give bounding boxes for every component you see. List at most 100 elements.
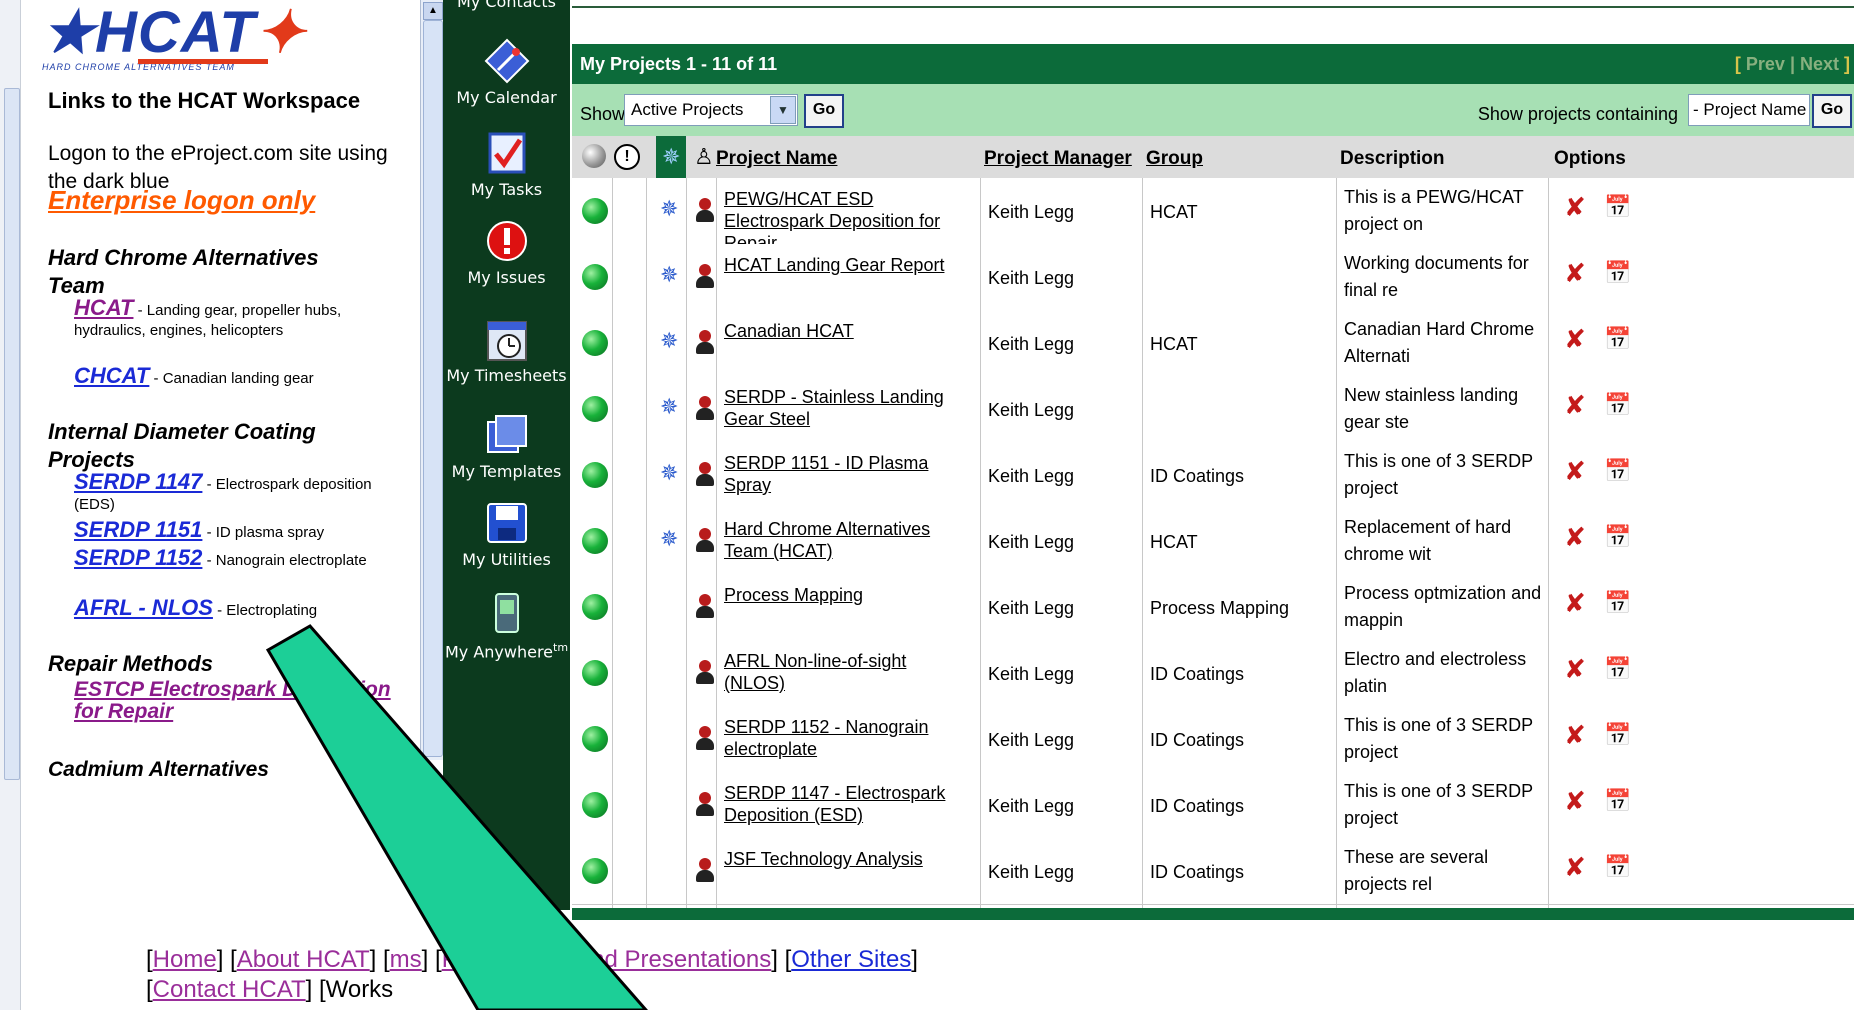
project-calendar-icon[interactable]: 📅 <box>1604 854 1631 880</box>
project-manager-cell: Keith Legg <box>988 334 1075 354</box>
delete-project-icon[interactable]: ✘ <box>1564 654 1586 685</box>
project-name-link[interactable]: AFRL Non-line-of-sight (NLOS) <box>724 650 972 694</box>
project-name-link[interactable]: Process Mapping <box>724 584 972 606</box>
delete-project-icon[interactable]: ✘ <box>1564 324 1586 355</box>
scrollbar-thumb[interactable] <box>4 88 20 780</box>
table-row: Process Mapping Keith Legg Process Mapping… <box>572 574 1854 641</box>
prev-link[interactable]: Prev <box>1746 54 1785 74</box>
chcat-link[interactable]: CHCAT <box>74 363 149 388</box>
section-title: Cadmium Alternatives <box>48 758 269 781</box>
hcat-link[interactable]: HCAT <box>74 295 133 320</box>
workspace-heading: Links to the HCAT Workspace <box>48 88 361 113</box>
list-item: SERDP 1152 - Nanograin electroplate <box>74 545 367 570</box>
delete-project-icon[interactable]: ✘ <box>1564 786 1586 817</box>
project-calendar-icon[interactable]: 📅 <box>1604 590 1631 616</box>
footer-link: Works <box>325 976 394 1003</box>
footer-link-wrapper: [About HCAT] <box>230 946 377 973</box>
nav-my-issues[interactable]: My Issues <box>443 218 570 287</box>
description-cell: Canadian Hard Chrome Alternati <box>1344 319 1535 366</box>
column-project-manager[interactable]: Project Manager <box>984 148 1132 170</box>
frame-scrollbar[interactable]: ▲ <box>420 0 443 760</box>
table-row: SERDP 1152 - Nanograin electroplate Keith… <box>572 706 1854 773</box>
project-name-link[interactable]: HCAT Landing Gear Report <box>724 254 972 276</box>
search-go-button[interactable]: Go <box>1812 94 1852 128</box>
filter-go-button[interactable]: Go <box>804 94 844 128</box>
footer-link[interactable]: ms <box>390 946 422 973</box>
delete-project-icon[interactable]: ✘ <box>1564 720 1586 751</box>
status-column-icon[interactable] <box>582 144 606 168</box>
section-title: Repair Methods <box>48 651 214 676</box>
footer-link[interactable]: Home <box>153 946 217 973</box>
nav-my-tasks[interactable]: My Tasks <box>443 130 570 199</box>
column-project-name[interactable]: Project Name <box>716 148 837 170</box>
nav-my-calendar[interactable]: My Calendar <box>443 38 570 107</box>
serdp-1147-link[interactable]: SERDP 1147 <box>74 469 202 494</box>
project-calendar-icon[interactable]: 📅 <box>1604 194 1631 220</box>
footer-link-wrapper: [Contact HCAT] <box>146 976 313 1003</box>
priority-column-icon[interactable]: ! <box>614 144 640 170</box>
project-calendar-icon[interactable]: 📅 <box>1604 392 1631 418</box>
estcp-link[interactable]: ESTCP Electrospark Deposition for Repair <box>74 678 391 723</box>
templates-icon <box>486 415 527 453</box>
new-indicator-icon: ✵ <box>660 196 679 221</box>
project-manager-icon <box>696 594 714 620</box>
nav-my-utilities[interactable]: My Utilities <box>443 500 570 569</box>
project-manager-icon <box>696 858 714 884</box>
project-name-link[interactable]: SERDP 1151 - ID Plasma Spray <box>724 452 972 496</box>
project-calendar-icon[interactable]: 📅 <box>1604 656 1631 682</box>
delete-project-icon[interactable]: ✘ <box>1564 456 1586 487</box>
project-filter-select[interactable]: Active Projects ▼ <box>624 94 798 126</box>
nav-my-templates[interactable]: My Templates <box>443 412 570 481</box>
project-calendar-icon[interactable]: 📅 <box>1604 788 1631 814</box>
project-manager-cell: Keith Legg <box>988 598 1075 618</box>
project-calendar-icon[interactable]: 📅 <box>1604 260 1631 286</box>
project-calendar-icon[interactable]: 📅 <box>1604 722 1631 748</box>
column-group[interactable]: Group <box>1146 148 1203 170</box>
scrollbar-thumb[interactable] <box>423 20 443 757</box>
project-name-link[interactable]: Hard Chrome Alternatives Team (HCAT) <box>724 518 972 562</box>
new-indicator-icon: ✵ <box>660 262 679 287</box>
nav-my-contacts[interactable]: My Contacts <box>443 0 570 11</box>
project-calendar-icon[interactable]: 📅 <box>1604 458 1631 484</box>
new-indicator-icon: ✵ <box>660 328 679 353</box>
footer-link[interactable]: Other Sites <box>791 946 911 973</box>
list-item: HCAT - Landing gear, propeller hubs, hyd… <box>74 295 342 340</box>
list-item: SERDP 1147 - Electrospark deposition (ED… <box>74 469 372 514</box>
delete-project-icon[interactable]: ✘ <box>1564 522 1586 553</box>
footer-link[interactable]: Contact HCAT <box>153 976 306 1003</box>
delete-project-icon[interactable]: ✘ <box>1564 192 1586 223</box>
sort-column-header[interactable]: ✵ <box>656 136 686 178</box>
serdp-1151-link[interactable]: SERDP 1151 <box>74 517 202 542</box>
serdp-1152-link[interactable]: SERDP 1152 <box>74 545 202 570</box>
table-row: ✵ SERDP 1151 - ID Plasma Spray Keith Legg I… <box>572 442 1854 509</box>
list-item: CHCAT - Canadian landing gear <box>74 363 314 388</box>
description-cell: Process optmization and mappin <box>1344 583 1542 630</box>
delete-project-icon[interactable]: ✘ <box>1564 588 1586 619</box>
footer-line-1: [Home] [About HCAT] [ms] [Publications a… <box>146 945 1346 975</box>
nav-my-timesheets[interactable]: My Timesheets <box>443 318 570 384</box>
project-name-link[interactable]: JSF Technology Analysis <box>724 848 972 870</box>
project-name-link[interactable]: SERDP 1152 - Nanograin electroplate <box>724 716 972 760</box>
left-frame-scrollbar[interactable]: ▲ <box>0 0 21 1010</box>
project-name-link[interactable]: SERDP 1147 - Electrospark Deposition (ES… <box>724 782 972 826</box>
delete-project-icon[interactable]: ✘ <box>1564 852 1586 883</box>
person-column-icon[interactable]: ♙ <box>694 144 714 170</box>
project-manager-icon <box>696 330 714 356</box>
status-green-icon <box>582 396 608 422</box>
afrl-nlos-link[interactable]: AFRL - NLOS <box>74 595 213 620</box>
nav-my-anywhere[interactable]: My Anywheretm <box>443 590 570 660</box>
project-name-link[interactable]: Canadian HCAT <box>724 320 972 342</box>
project-name-link[interactable]: SERDP - Stainless Landing Gear Steel <box>724 386 972 430</box>
next-link[interactable]: Next <box>1800 54 1839 74</box>
project-calendar-icon[interactable]: 📅 <box>1604 326 1631 352</box>
delete-project-icon[interactable]: ✘ <box>1564 258 1586 289</box>
search-field-select[interactable]: - Project Name - <box>1688 94 1810 149</box>
footer-link[interactable]: Publications and Presentations <box>442 946 772 973</box>
scroll-up-icon[interactable]: ▲ <box>423 2 443 20</box>
enterprise-logon-link[interactable]: Enterprise logon only <box>48 185 315 215</box>
table-row: ✵ Canadian HCAT Keith Legg HCAT Canadian Har… <box>572 310 1854 377</box>
footer-link[interactable]: About HCAT <box>237 946 370 973</box>
projects-panel: My Projects 1 - 11 of 11 [ Prev | Next ]… <box>572 0 1854 920</box>
project-calendar-icon[interactable]: 📅 <box>1604 524 1631 550</box>
delete-project-icon[interactable]: ✘ <box>1564 390 1586 421</box>
